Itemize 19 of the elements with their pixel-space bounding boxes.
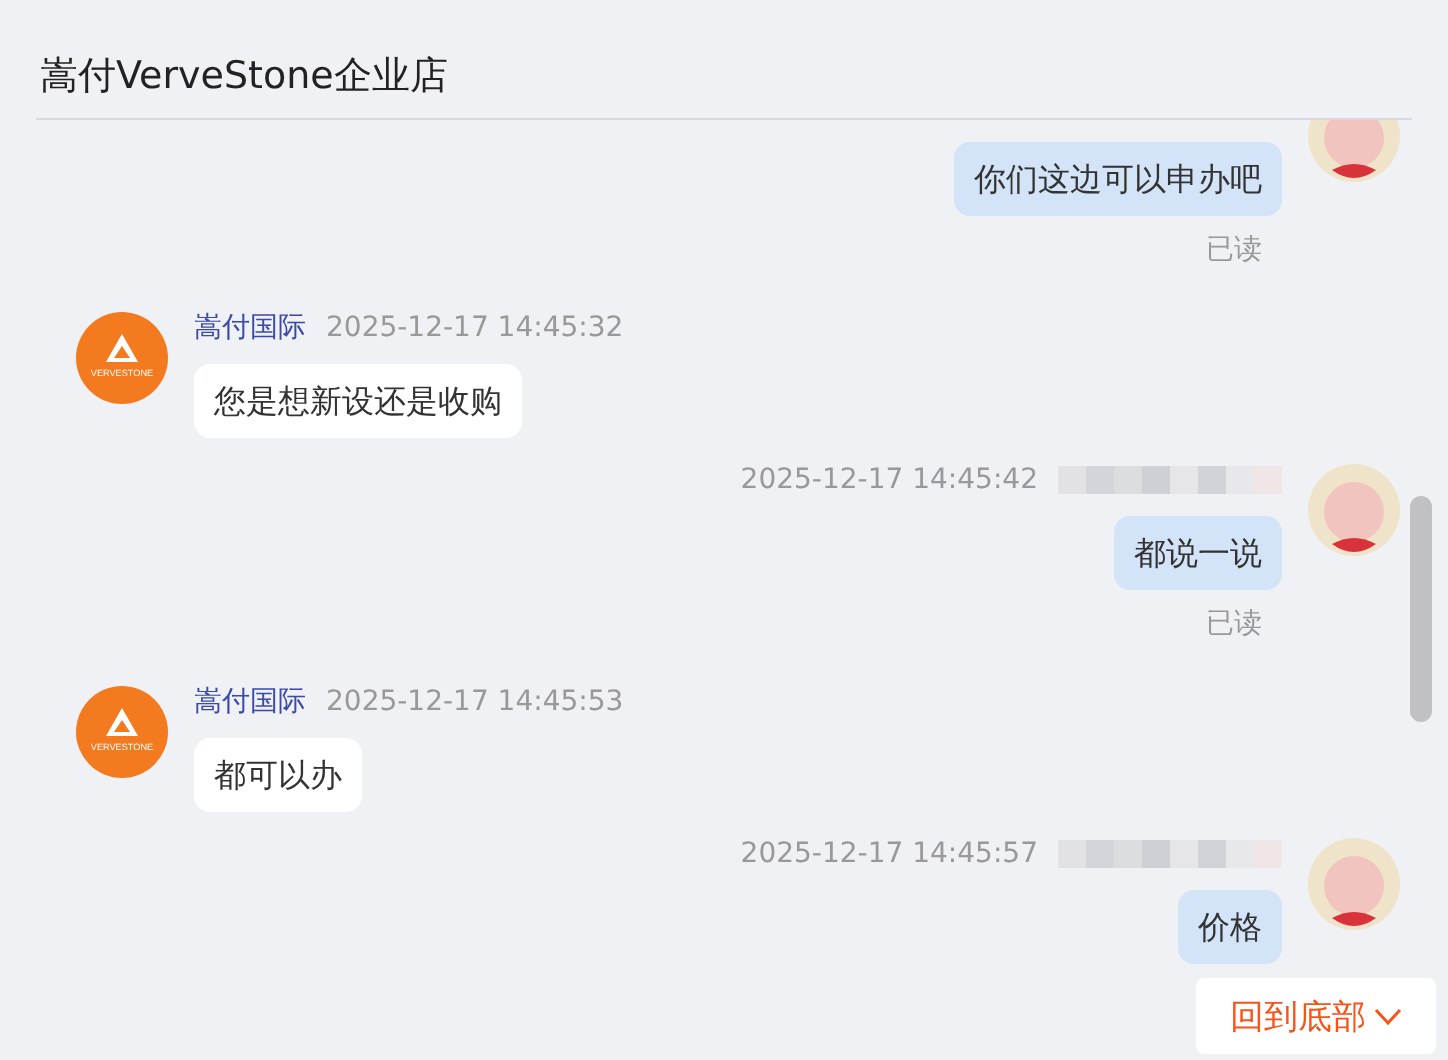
window-title: 嵩付VerveStone企业店	[38, 52, 448, 102]
timestamp: 2025-12-17 14:45:42	[740, 464, 1038, 496]
avatar-icon	[1308, 838, 1400, 930]
message-bubble: 都可以办	[194, 738, 362, 812]
timestamp: 2025-12-17 14:45:53	[326, 686, 624, 718]
avatar-icon	[1308, 464, 1400, 556]
chevron-down-icon	[1374, 1007, 1402, 1025]
scrollbar[interactable]	[1410, 496, 1432, 722]
message-bubble: 都说一说	[1114, 516, 1282, 590]
read-status: 已读	[1206, 606, 1262, 642]
sender-name: 嵩付国际	[194, 684, 306, 720]
timestamp: 2025-12-17 14:45:32	[326, 312, 624, 344]
message-bubble: 价格	[1178, 890, 1282, 964]
message-bubble: 你们这边可以申办吧	[954, 142, 1282, 216]
back-to-bottom-button[interactable]: 回到底部	[1196, 978, 1436, 1054]
read-status: 已读	[1206, 232, 1262, 268]
sender-name: 嵩付国际	[194, 310, 306, 346]
timestamp: 2025-12-17 14:45:57	[740, 838, 1038, 870]
message-bubble: 您是想新设还是收购	[194, 364, 522, 438]
